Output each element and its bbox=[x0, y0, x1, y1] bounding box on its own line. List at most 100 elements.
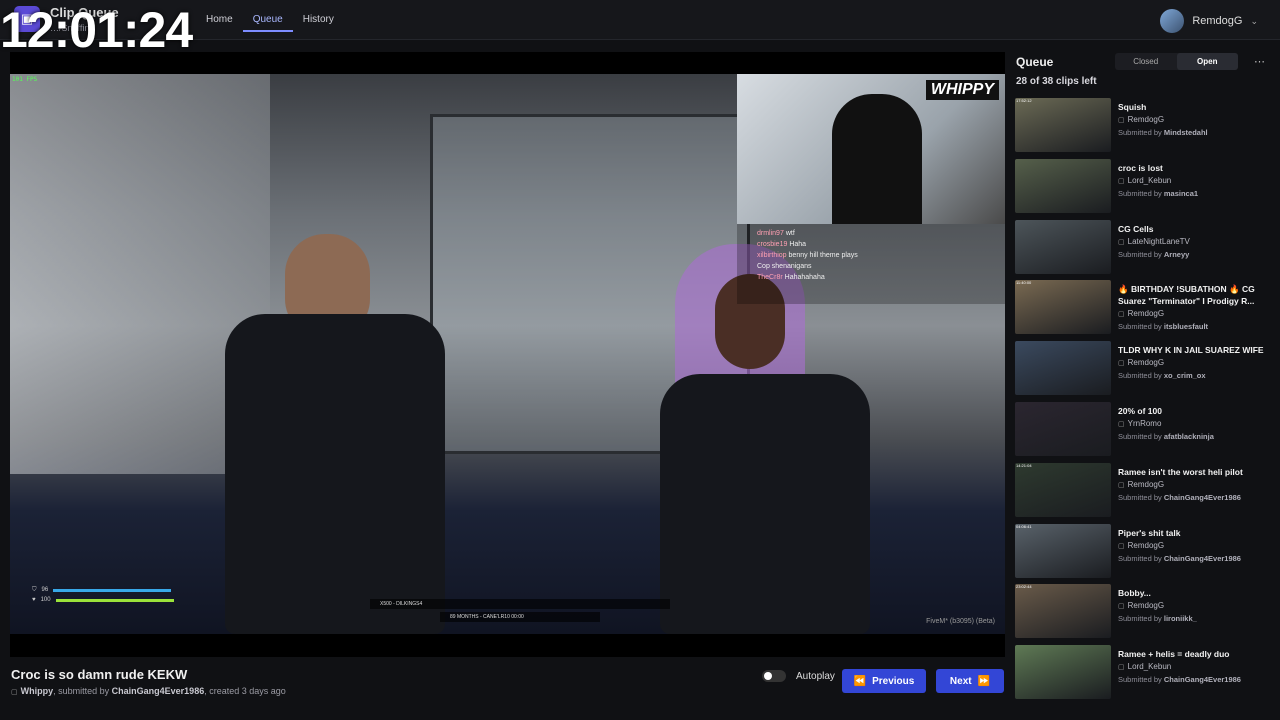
queue-item-channel[interactable]: RemdogG bbox=[1128, 480, 1164, 489]
queue-item-channel[interactable]: RemdogG bbox=[1128, 601, 1164, 610]
queue-item[interactable]: 20% of 100 ▢ YrnRomo Submitted by afatbla… bbox=[1015, 401, 1275, 463]
queue-item-channel[interactable]: Lord_Kebun bbox=[1128, 662, 1172, 671]
queue-item-channel[interactable]: RemdogG bbox=[1128, 541, 1164, 550]
queue-item-info: ▢ RemdogG Submitted by xo_crim_ox bbox=[1118, 358, 1206, 381]
autoplay-control[interactable]: Autoplay bbox=[762, 670, 835, 682]
nav-home[interactable]: Home bbox=[196, 0, 243, 40]
queue-item-channel[interactable]: Lord_Kebun bbox=[1128, 176, 1172, 185]
brand-logo: WHIPPY bbox=[925, 80, 999, 100]
queue-item-title: TLDR WHY K IN JAIL SUAREZ WIFE bbox=[1118, 345, 1264, 356]
channel-icon: ▢ bbox=[1118, 117, 1125, 124]
clip-thumbnail[interactable] bbox=[1015, 341, 1111, 396]
clip-thumbnail[interactable]: 11:40:00 bbox=[1015, 280, 1111, 335]
queue-item[interactable]: 23:02:44 Bobby... ▢ RemdogG Submitted by … bbox=[1015, 584, 1275, 645]
channel-icon: ▢ bbox=[1118, 481, 1125, 489]
queue-item-info: ▢ RemdogG Submitted by lironiikk_ bbox=[1118, 601, 1197, 624]
avatar bbox=[1160, 9, 1185, 33]
chevron-down-icon: ⌄ bbox=[1250, 15, 1258, 26]
queue-item-submitter[interactable]: itsbluesfault bbox=[1164, 322, 1208, 331]
chat-line: Cop shenanigans bbox=[757, 263, 812, 270]
street-hud: X500 - DILKINGS4 89 MONTHS - CANE'LR10 0… bbox=[370, 599, 670, 625]
channel-icon: ▢ bbox=[1118, 542, 1125, 550]
queue-item[interactable]: 14:21:04 Ramee isn't the worst heli pilo… bbox=[1015, 462, 1275, 524]
queue-item-channel[interactable]: RemdogG bbox=[1128, 309, 1164, 318]
queue-item-title: CG Cells bbox=[1118, 223, 1154, 234]
webcam-person bbox=[832, 94, 922, 224]
queue-item-channel[interactable]: RemdogG bbox=[1128, 358, 1164, 367]
queue-item-channel[interactable]: YrnRomo bbox=[1128, 419, 1162, 428]
more-icon[interactable]: ⋯ bbox=[1254, 55, 1265, 68]
queue-item-submitter[interactable]: Mindstedahl bbox=[1164, 128, 1208, 137]
chat-line: TheCr8r Hahahahaha bbox=[757, 274, 825, 281]
clip-submitter-link[interactable]: ChainGang4Ever1986 bbox=[112, 686, 205, 696]
channel-icon: ▢ bbox=[1118, 603, 1125, 611]
thumb-timestamp: 11:40:00 bbox=[1016, 280, 1032, 286]
rewind-icon: ⏪ bbox=[853, 675, 867, 687]
queue-list: 17:52:12 Squish ▢ RemdogG Submitted by Mi… bbox=[1015, 98, 1275, 706]
queue-item-submitter[interactable]: Arneyy bbox=[1164, 250, 1189, 259]
scene-officer-female bbox=[660, 374, 870, 634]
queue-item-submitter[interactable]: lironiikk_ bbox=[1164, 614, 1197, 623]
queue-item[interactable]: 17:52:12 Squish ▢ RemdogG Submitted by Mi… bbox=[1015, 98, 1275, 159]
queue-item-submitter[interactable]: ChainGang4Ever1986 bbox=[1164, 554, 1241, 563]
queue-item-submitter[interactable]: ChainGang4Ever1986 bbox=[1164, 675, 1241, 684]
clip-thumbnail[interactable]: 23:02:44 bbox=[1015, 584, 1111, 639]
chat-line: drmlin97 wtf bbox=[757, 230, 795, 237]
queue-item-submitter[interactable]: masinca1 bbox=[1164, 189, 1198, 198]
previous-button[interactable]: ⏪ Previous bbox=[842, 669, 926, 693]
queue-item[interactable]: 04:06:41 Piper's shit talk ▢ RemdogG Subm… bbox=[1015, 523, 1275, 585]
armor-value: 96 bbox=[41, 587, 49, 593]
video-player[interactable]: 101 FPS WHIPPY drmlin97 wtf crosbie19 Ha… bbox=[10, 52, 1005, 657]
queue-closed-tab[interactable]: Closed bbox=[1115, 53, 1177, 70]
queue-item-submitter[interactable]: xo_crim_ox bbox=[1164, 371, 1206, 380]
clip-thumbnail[interactable]: 17:52:12 bbox=[1015, 98, 1111, 152]
scene-officer-male bbox=[225, 314, 445, 634]
clip-thumbnail[interactable] bbox=[1015, 219, 1111, 274]
clip-thumbnail[interactable] bbox=[1015, 401, 1111, 456]
channel-icon: ▢ bbox=[1118, 177, 1125, 185]
queue-item-submitter[interactable]: afatblackninja bbox=[1164, 432, 1214, 441]
queue-item[interactable]: TLDR WHY K IN JAIL SUAREZ WIFE ▢ RemdogG … bbox=[1015, 341, 1275, 402]
fivem-watermark: FiveM* (b3095) (Beta) bbox=[926, 618, 995, 625]
clip-channel-link[interactable]: Whippy bbox=[21, 686, 54, 696]
next-button[interactable]: Next ⏩ bbox=[936, 669, 1004, 693]
queue-item[interactable]: Ramee + helis = deadly duo ▢ Lord_Kebun S… bbox=[1015, 645, 1275, 706]
queue-item[interactable]: croc is lost ▢ Lord_Kebun Submitted by ma… bbox=[1015, 158, 1275, 220]
street-line-1: X500 - DILKINGS4 bbox=[370, 599, 670, 609]
clip-thumbnail[interactable]: 04:06:41 bbox=[1015, 523, 1111, 578]
thumb-timestamp: 17:52:12 bbox=[1016, 98, 1032, 103]
queue-item-submitter[interactable]: ChainGang4Ever1986 bbox=[1164, 493, 1241, 502]
user-name: RemdogG bbox=[1192, 15, 1243, 27]
queue-item[interactable]: 11:40:00 🔥 BIRTHDAY !SUBATHON 🔥 CG Suare… bbox=[1015, 280, 1275, 341]
queue-item-info: ▢ RemdogG Submitted by itsbluesfault bbox=[1118, 309, 1209, 332]
thumb-timestamp: 14:21:04 bbox=[1016, 462, 1032, 468]
game-hud: ⛉ 96 ♥ 100 bbox=[32, 585, 192, 605]
queue-count: 28 of 38 clips left bbox=[1016, 76, 1097, 87]
queue-item-info: ▢ LateNightLaneTV Submitted by Arneyy bbox=[1118, 236, 1190, 259]
clip-thumbnail[interactable] bbox=[1015, 158, 1111, 213]
queue-item[interactable]: CG Cells ▢ LateNightLaneTV Submitted by A… bbox=[1015, 219, 1275, 281]
queue-item-channel[interactable]: LateNightLaneTV bbox=[1128, 237, 1190, 246]
clip-thumbnail[interactable]: 14:21:04 bbox=[1015, 462, 1111, 517]
health-value: 100 bbox=[40, 597, 51, 603]
thumb-timestamp: 04:06:41 bbox=[1016, 523, 1032, 529]
health-bar bbox=[55, 598, 174, 602]
nav-history[interactable]: History bbox=[293, 0, 344, 40]
queue-title: Queue bbox=[1016, 55, 1054, 69]
queue-open-tab[interactable]: Open bbox=[1176, 53, 1238, 70]
channel-icon: ▢ bbox=[1118, 238, 1125, 246]
fps-counter: 101 FPS bbox=[12, 76, 38, 83]
queue-item-channel[interactable]: RemdogG bbox=[1128, 115, 1164, 124]
stream-chat-overlay: drmlin97 wtf crosbie19 Haha xilbirthiop … bbox=[737, 224, 1005, 304]
queue-item-info: ▢ Lord_Kebun Submitted by ChainGang4Ever1… bbox=[1118, 662, 1241, 685]
autoplay-toggle[interactable] bbox=[762, 670, 786, 682]
chat-line: crosbie19 Haha bbox=[757, 241, 807, 248]
queue-item-info: ▢ Lord_Kebun Submitted by masinca1 bbox=[1118, 175, 1199, 198]
nav-queue[interactable]: Queue bbox=[242, 0, 293, 32]
queue-status-toggle: Closed Open bbox=[1115, 53, 1238, 70]
channel-icon: ▢ bbox=[11, 689, 18, 696]
user-menu[interactable]: RemdogG ⌄ bbox=[1160, 9, 1258, 33]
clip-thumbnail[interactable] bbox=[1015, 645, 1111, 700]
queue-item-info: ▢ YrnRomo Submitted by afatblackninja bbox=[1118, 418, 1214, 441]
clip-title: Croc is so damn rude KEKW bbox=[11, 667, 188, 682]
